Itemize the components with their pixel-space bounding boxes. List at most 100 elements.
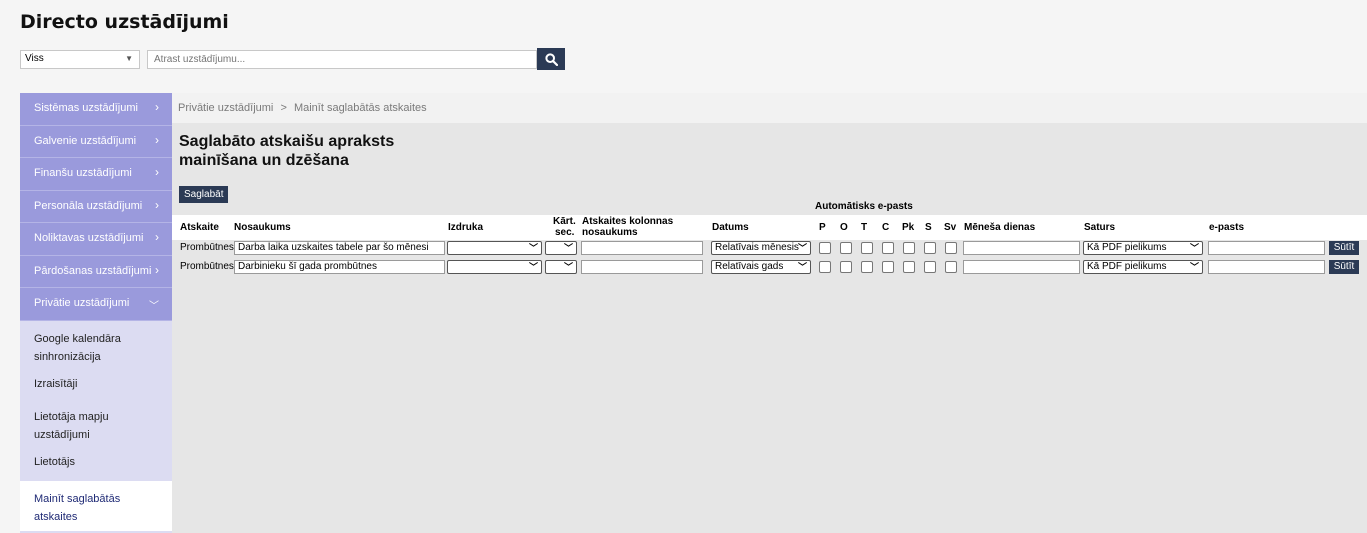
date-select[interactable]: Relatīvais gads ﹀ xyxy=(711,260,811,274)
sidebar-item-general[interactable]: Galvenie uzstādījumi › xyxy=(20,125,172,158)
month-days-input[interactable] xyxy=(963,241,1080,255)
checkbox-t[interactable] xyxy=(861,242,873,254)
sort-select[interactable]: ﹀ xyxy=(545,241,577,255)
app-title: Directo uzstādījumi xyxy=(20,11,229,33)
col-header-columns: Atskaites kolonnas xyxy=(582,216,674,227)
sidebar: Sistēmas uzstādījumi › Galvenie uzstādīj… xyxy=(20,93,172,533)
checkbox-sv[interactable] xyxy=(945,261,957,273)
top-bar: Directo uzstādījumi Viss ▼ xyxy=(0,0,1367,88)
checkbox-pk[interactable] xyxy=(903,242,915,254)
col-header-email: e-pasts xyxy=(1209,222,1245,233)
save-button[interactable]: Saglabāt xyxy=(179,186,229,203)
subitem-label: atskaites xyxy=(34,510,78,523)
report-name-input[interactable]: Darbinieku šī gada prombūtnes xyxy=(234,260,445,274)
breadcrumb-current: Mainīt saglabātās atskaites xyxy=(293,102,427,114)
column-name-input[interactable] xyxy=(581,241,703,255)
subitem-label: Izraisītāji xyxy=(34,377,78,390)
column-name-input[interactable] xyxy=(581,260,703,274)
col-header-pk: Pk xyxy=(902,222,915,233)
print-select[interactable]: ﹀ xyxy=(447,260,542,274)
email-input[interactable] xyxy=(1208,241,1325,255)
subitem-google-calendar[interactable]: Google kalendāra sinhronizācija xyxy=(20,321,172,368)
chevron-down-icon: ﹀ xyxy=(563,262,573,272)
sidebar-item-sales[interactable]: Pārdošanas uzstādījumi › xyxy=(20,255,172,288)
sidebar-item-label: Noliktavas uzstādījumi xyxy=(34,232,144,244)
col-header-o: O xyxy=(840,222,848,233)
date-select[interactable]: Relatīvais mēnesis ﹀ xyxy=(711,241,811,255)
col-header-columns-2: nosaukums xyxy=(582,227,638,238)
chevron-down-icon: ﹀ xyxy=(797,262,807,272)
breadcrumb-parent[interactable]: Privātie uzstādījumi xyxy=(178,102,273,114)
chevron-down-icon: ﹀ xyxy=(563,243,573,253)
col-header-c: C xyxy=(882,222,890,233)
search-button[interactable] xyxy=(537,48,565,70)
page-title-line: Saglabāto atskaišu apraksts xyxy=(179,133,395,150)
chevron-down-icon: ﹀ xyxy=(528,262,538,272)
sidebar-item-system[interactable]: Sistēmas uzstādījumi › xyxy=(20,93,172,126)
col-header-t: T xyxy=(861,222,868,233)
category-select-value: Viss xyxy=(25,53,44,64)
col-header-print: Izdruka xyxy=(448,222,484,233)
page-title: Saglabāto atskaišu apraksts mainīšana un… xyxy=(179,132,439,170)
col-header-sort: Kārt. xyxy=(553,216,576,227)
content-select[interactable]: Kā PDF pielikums ﹀ xyxy=(1083,260,1203,274)
category-select[interactable]: Viss ▼ xyxy=(20,50,140,69)
subitem-user-folders[interactable]: Lietotāja mapju uzstādījumi xyxy=(20,400,172,447)
col-header-p: P xyxy=(819,222,826,233)
subitem-user[interactable]: Lietotājs xyxy=(20,447,172,481)
table-row: Prombūtnes Darba laika uzskaites tabele … xyxy=(172,241,1367,255)
chevron-down-icon: ﹀ xyxy=(1189,262,1199,272)
subitem-label: uzstādījumi xyxy=(34,428,90,441)
checkbox-c[interactable] xyxy=(882,242,894,254)
checkbox-o[interactable] xyxy=(840,242,852,254)
report-name-input[interactable]: Darba laika uzskaites tabele par šo mēne… xyxy=(234,241,445,255)
checkbox-o[interactable] xyxy=(840,261,852,273)
cell-report: Prombūtnes xyxy=(180,242,234,253)
sidebar-item-label: Sistēmas uzstādījumi xyxy=(34,102,138,114)
checkbox-c[interactable] xyxy=(882,261,894,273)
sidebar-item-label: Privātie uzstādījumi xyxy=(34,297,130,309)
main-content: Privātie uzstādījumi > Mainīt saglabātās… xyxy=(172,93,1367,533)
month-days-input[interactable] xyxy=(963,260,1080,274)
subitem-triggers[interactable]: Izraisītāji xyxy=(20,368,172,400)
checkbox-sv[interactable] xyxy=(945,242,957,254)
checkbox-pk[interactable] xyxy=(903,261,915,273)
chevron-down-icon: ﹀ xyxy=(797,243,807,253)
email-input[interactable] xyxy=(1208,260,1325,274)
checkbox-p[interactable] xyxy=(819,242,831,254)
subitem-saved-reports[interactable]: Mainīt saglabātās atskaites xyxy=(20,480,172,531)
sidebar-item-finance[interactable]: Finanšu uzstādījumi › xyxy=(20,158,172,191)
chevron-right-icon: › xyxy=(155,262,159,277)
subitem-label: Google kalendāra xyxy=(34,332,121,345)
sort-select[interactable]: ﹀ xyxy=(545,260,577,274)
checkbox-s[interactable] xyxy=(924,261,936,273)
breadcrumb-separator: > xyxy=(280,102,287,114)
print-select[interactable]: ﹀ xyxy=(447,241,542,255)
sidebar-item-personnel[interactable]: Personāla uzstādījumi › xyxy=(20,190,172,223)
chevron-right-icon: › xyxy=(155,132,159,147)
sidebar-item-label: Personāla uzstādījumi xyxy=(34,199,143,212)
checkbox-t[interactable] xyxy=(861,261,873,273)
sidebar-item-private[interactable]: Privātie uzstādījumi ﹀ xyxy=(20,288,172,321)
send-button[interactable]: Sūtīt xyxy=(1329,260,1359,274)
search-input[interactable] xyxy=(147,50,537,69)
col-header-report: Atskaite xyxy=(180,222,219,233)
table-header: Atskaite Nosaukums Izdruka Kārt. sec. At… xyxy=(172,215,1367,240)
checkbox-s[interactable] xyxy=(924,242,936,254)
col-header-sv: Sv xyxy=(944,222,957,233)
chevron-right-icon: › xyxy=(155,100,159,114)
date-select-value: Relatīvais mēnesis xyxy=(715,242,799,253)
date-select-value: Relatīvais gads xyxy=(715,261,784,272)
cell-report: Prombūtnes xyxy=(180,261,234,272)
content-select[interactable]: Kā PDF pielikums ﹀ xyxy=(1083,241,1203,255)
breadcrumb: Privātie uzstādījumi > Mainīt saglabātās… xyxy=(172,93,1367,123)
checkbox-p[interactable] xyxy=(819,261,831,273)
search-icon xyxy=(544,52,558,66)
sidebar-item-label: Finanšu uzstādījumi xyxy=(34,167,132,179)
col-header-content: Saturs xyxy=(1084,222,1116,233)
chevron-down-icon: ﹀ xyxy=(149,301,159,312)
send-button[interactable]: Sūtīt xyxy=(1329,241,1359,255)
sidebar-item-stock[interactable]: Noliktavas uzstādījumi › xyxy=(20,223,172,256)
subitem-label: Mainīt saglabātās xyxy=(34,492,121,505)
auto-email-group-label: Automātisks e-pasts xyxy=(815,201,913,212)
